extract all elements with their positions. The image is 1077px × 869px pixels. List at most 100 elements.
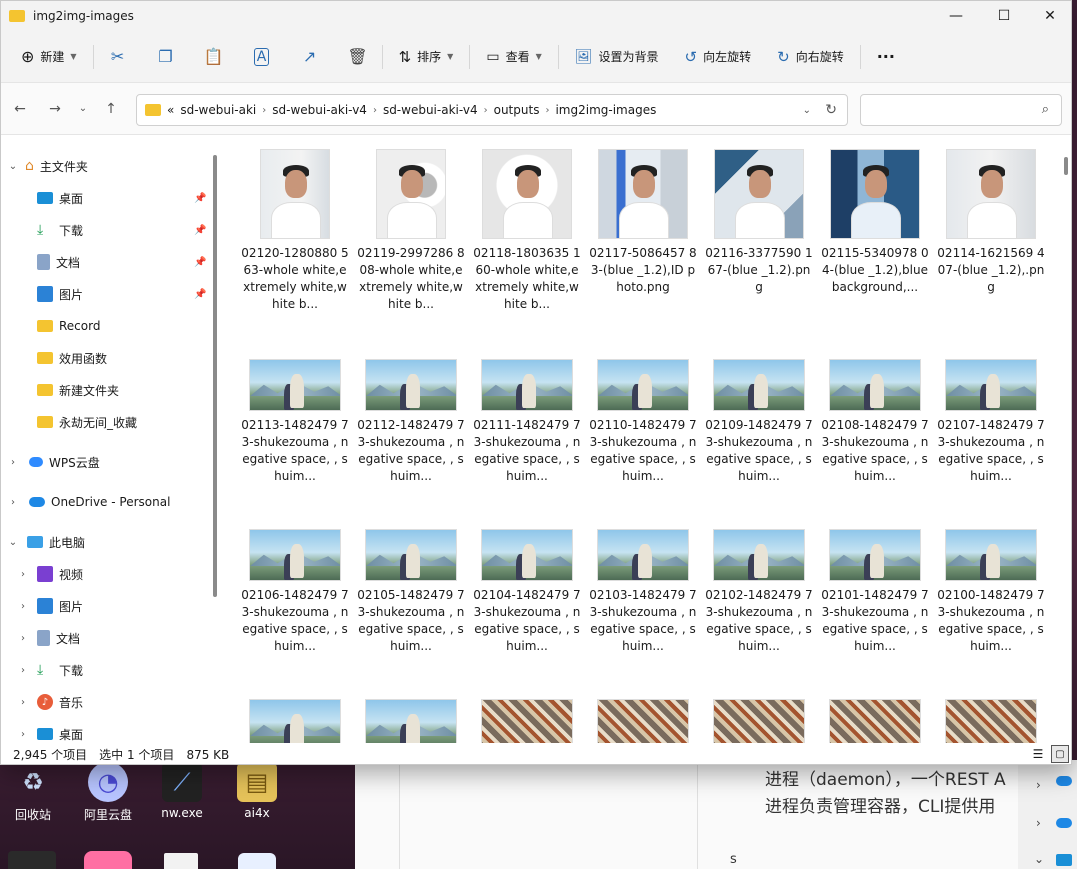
sidebar-item-wps-cloud[interactable]: › WPS云盘	[5, 447, 100, 477]
file-tile[interactable]	[589, 699, 697, 743]
overflow-crumb[interactable]: «	[167, 103, 174, 117]
desktop-icon-aliyun[interactable]: ◔ 阿里云盘	[76, 762, 140, 823]
onedrive-icon[interactable]	[1056, 818, 1072, 828]
search-input[interactable]: ⌕	[860, 94, 1062, 126]
sidebar-item-pc-pictures[interactable]: › 图片	[15, 591, 83, 621]
sidebar-item-desktop[interactable]: 桌面	[37, 183, 83, 213]
pin-icon[interactable]: 📌	[194, 193, 206, 204]
desktop-icon-recycle-bin[interactable]: ♻ 回收站	[1, 762, 65, 823]
file-tile[interactable]: 02105-1482479 73-shukezouma , negative s…	[357, 529, 465, 655]
file-tile[interactable]: 02106-1482479 73-shukezouma , negative s…	[241, 529, 349, 655]
sidebar-item-videos[interactable]: › 视频	[15, 559, 83, 589]
chevron-right-icon[interactable]: ›	[545, 105, 549, 116]
breadcrumb-item[interactable]: sd-webui-aki	[180, 103, 256, 117]
file-tile[interactable]: 02115-5340978 04-(blue _1.2),blue backgr…	[821, 149, 929, 296]
breadcrumb-item[interactable]: img2img-images	[555, 103, 656, 117]
file-tile[interactable]: 02108-1482479 73-shukezouma , negative s…	[821, 359, 929, 485]
file-tile[interactable]: 02100-1482479 73-shukezouma , negative s…	[937, 529, 1045, 655]
file-tile[interactable]: 02118-1803635 160-whole white,extremely …	[473, 149, 581, 313]
chevron-right-icon[interactable]: ›	[1036, 816, 1041, 830]
pin-icon[interactable]: 📌	[194, 225, 206, 236]
breadcrumb-item[interactable]: outputs	[494, 103, 540, 117]
breadcrumb-item[interactable]: sd-webui-aki-v4	[383, 103, 478, 117]
chevron-right-icon[interactable]: ›	[5, 497, 21, 508]
file-tile[interactable]: 02103-1482479 73-shukezouma , negative s…	[589, 529, 697, 655]
file-tile[interactable]: 02120-1280880 563-whole white,extremely …	[241, 149, 349, 313]
desktop-icon-ai4x[interactable]: ▤ ai4x	[225, 762, 289, 820]
sidebar-item-this-pc[interactable]: ⌄ 此电脑	[5, 527, 85, 557]
recent-locations-button[interactable]: ⌄	[70, 94, 96, 124]
nvidia-icon[interactable]	[8, 851, 56, 869]
sidebar-scrollbar[interactable]	[213, 155, 217, 597]
minimize-button[interactable]: —	[933, 1, 979, 31]
sort-button[interactable]: ⇅ 排序 ▼	[391, 41, 462, 73]
desktop-icon-nw[interactable]: ⟋ nw.exe	[150, 762, 214, 820]
chevron-right-icon[interactable]: ›	[5, 457, 21, 468]
cut-button[interactable]: ✂	[102, 41, 134, 73]
chevron-right-icon[interactable]: ›	[484, 105, 488, 116]
file-tile[interactable]: 02117-5086457 83-(blue _1.2),ID photo.pn…	[589, 149, 697, 296]
chevron-right-icon[interactable]: ›	[15, 569, 31, 580]
details-view-button[interactable]: ☰	[1029, 745, 1047, 763]
maximize-button[interactable]: ☐	[981, 1, 1027, 31]
file-tile[interactable]: 02113-1482479 73-shukezouma , negative s…	[241, 359, 349, 485]
sidebar-item-pc-desktop[interactable]: › 桌面	[15, 719, 83, 743]
close-button[interactable]: ✕	[1027, 1, 1071, 31]
pin-icon[interactable]: 📌	[194, 257, 206, 268]
chevron-right-icon[interactable]: ›	[15, 633, 31, 644]
file-tile[interactable]: 02119-2997286 808-whole white,extremely …	[357, 149, 465, 313]
chevron-down-icon[interactable]: ⌄	[5, 537, 21, 548]
file-tile[interactable]	[473, 699, 581, 743]
file-tile[interactable]: 02116-3377590 167-(blue _1.2).png	[705, 149, 813, 296]
back-button[interactable]: ←	[7, 94, 33, 124]
sidebar-item-pictures[interactable]: 图片	[37, 279, 83, 309]
chevron-down-icon[interactable]: ⌄	[803, 105, 811, 116]
sidebar-item-home[interactable]: ⌄ ⌂ 主文件夹	[5, 151, 88, 181]
sidebar-item-downloads[interactable]: ⤓ 下载	[37, 215, 83, 245]
file-tile[interactable]	[357, 699, 465, 743]
chevron-right-icon[interactable]: ›	[15, 729, 31, 740]
content-scrollbar[interactable]	[1064, 157, 1068, 175]
sidebar-item-documents[interactable]: 文档	[37, 247, 80, 277]
share-button[interactable]: ↗	[294, 41, 326, 73]
file-tile[interactable]: 02110-1482479 73-shukezouma , negative s…	[589, 359, 697, 485]
chevron-right-icon[interactable]: ›	[373, 105, 377, 116]
sidebar-item-record[interactable]: Record	[37, 311, 100, 341]
forward-button[interactable]: →	[42, 94, 68, 124]
file-tile[interactable]: 02107-1482479 73-shukezouma , negative s…	[937, 359, 1045, 485]
thumbnail-view-button[interactable]: ▢	[1051, 745, 1069, 763]
refresh-icon[interactable]: ↻	[825, 102, 837, 118]
breadcrumb-item[interactable]: sd-webui-aki-v4	[272, 103, 367, 117]
chevron-right-icon[interactable]: ›	[15, 665, 31, 676]
file-tile[interactable]: 02111-1482479 73-shukezouma , negative s…	[473, 359, 581, 485]
notepad-icon[interactable]	[164, 853, 198, 869]
file-tile[interactable]: 02101-1482479 73-shukezouma , negative s…	[821, 529, 929, 655]
title-bar[interactable]: img2img-images — ☐ ✕	[1, 1, 1071, 31]
view-button[interactable]: ▭ 查看 ▼	[478, 41, 549, 73]
new-button[interactable]: ⊕ 新建 ▼	[13, 41, 85, 73]
chevron-right-icon[interactable]: ›	[15, 601, 31, 612]
chevron-right-icon[interactable]: ›	[1036, 778, 1041, 792]
file-tile[interactable]	[705, 699, 813, 743]
onedrive-icon[interactable]	[1056, 776, 1072, 786]
delete-button[interactable]: 🗑	[342, 41, 374, 73]
sidebar-item-new-folder[interactable]: 新建文件夹	[37, 375, 119, 405]
chevron-down-icon[interactable]: ⌄	[5, 161, 21, 172]
file-tile[interactable]: 02114-1621569 407-(blue _1.2),.png	[937, 149, 1045, 296]
rotate-right-button[interactable]: ↻ 向右旋转	[769, 41, 852, 73]
sidebar-item-pc-documents[interactable]: › 文档	[15, 623, 80, 653]
chevron-right-icon[interactable]: ›	[262, 105, 266, 116]
copy-button[interactable]: ❐	[150, 41, 182, 73]
chevron-right-icon[interactable]: ›	[15, 697, 31, 708]
file-tile[interactable]	[241, 699, 349, 743]
sidebar-item-music[interactable]: › ♪ 音乐	[15, 687, 83, 717]
rename-button[interactable]: A	[246, 41, 278, 73]
file-tile[interactable]	[821, 699, 929, 743]
paste-button[interactable]: 📋	[198, 41, 230, 73]
address-bar[interactable]: « sd-webui-aki › sd-webui-aki-v4 › sd-we…	[136, 94, 848, 126]
up-button[interactable]: ↑	[98, 94, 124, 124]
file-tile[interactable]: 02104-1482479 73-shukezouma , negative s…	[473, 529, 581, 655]
sidebar-item-pc-downloads[interactable]: › ⤓ 下载	[15, 655, 83, 685]
sidebar-item-utility-functions[interactable]: 效用函数	[37, 343, 107, 373]
bilibili-icon[interactable]	[84, 851, 132, 869]
